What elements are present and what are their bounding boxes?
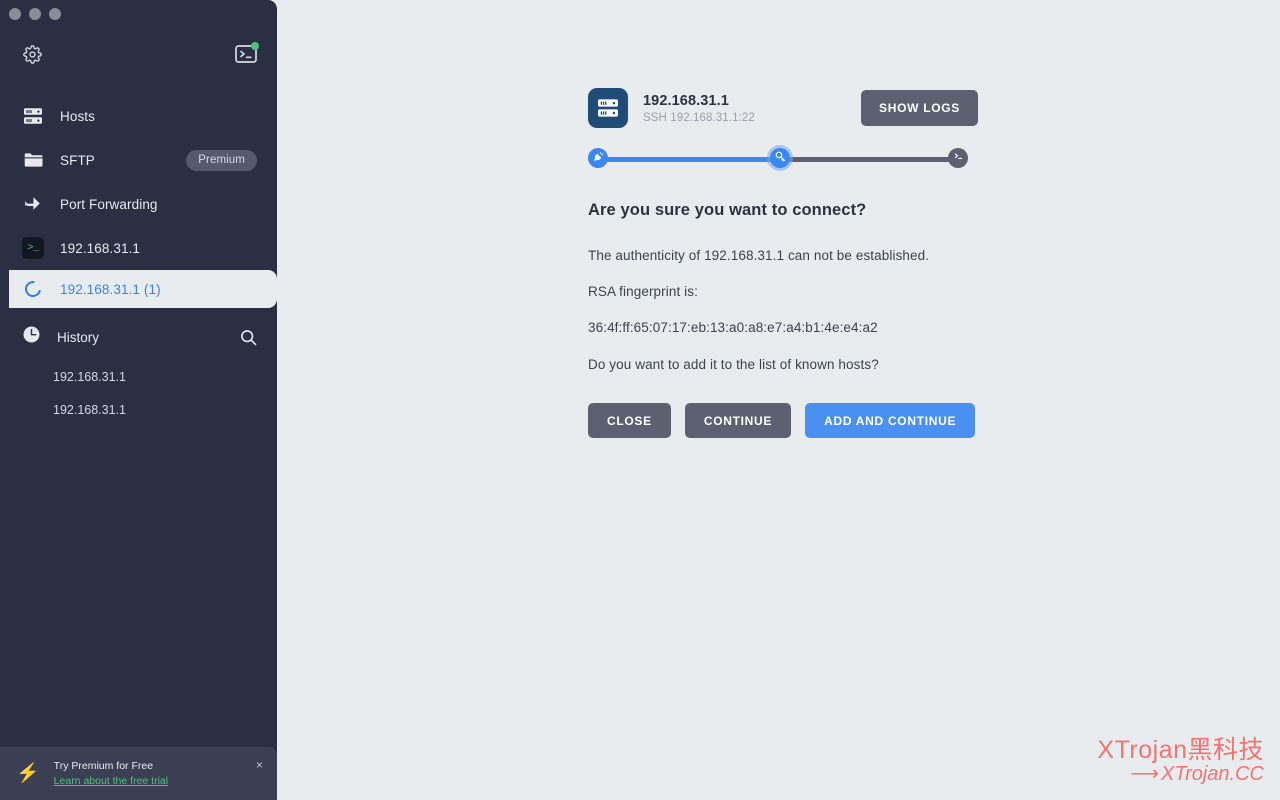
history-list-item[interactable]: 192.168.31.1: [0, 360, 277, 393]
main-content: 192.168.31.1 SSH 192.168.31.1:22 SHOW LO…: [277, 0, 1280, 800]
sidebar: Hosts SFTP Premium Port Forwarding >_ 19…: [0, 0, 277, 800]
window-titlebar: [0, 0, 277, 28]
watermark-line-2-wrap: ⟶ XTrojan.CC: [1097, 763, 1264, 786]
watermark-line-2: XTrojan.CC: [1161, 763, 1264, 785]
dialog-line-fingerprint-label: RSA fingerprint is:: [588, 284, 698, 299]
host-name: 192.168.31.1: [643, 92, 729, 109]
server-rack-icon: [588, 88, 628, 128]
clock-icon: [22, 325, 41, 349]
dialog-fingerprint-value: 36:4f:ff:65:07:17:eb:13:a0:a8:e7:a4:b1:4…: [588, 320, 878, 335]
sidebar-item-label: Hosts: [60, 108, 96, 124]
promo-link[interactable]: Learn about the free trial: [54, 775, 168, 787]
dialog-line-authenticity: The authenticity of 192.168.31.1 can not…: [588, 248, 930, 263]
progress-step-shell[interactable]: [948, 148, 968, 168]
history-label: History: [57, 329, 100, 345]
add-and-continue-button[interactable]: ADD AND CONTINUE: [805, 403, 976, 438]
gear-icon[interactable]: [23, 44, 42, 64]
app-window: Hosts SFTP Premium Port Forwarding >_ 19…: [0, 0, 1280, 800]
plug-icon: [593, 149, 604, 167]
host-subtitle: SSH 192.168.31.1:22: [643, 111, 755, 124]
sidebar-item-label: SFTP: [60, 152, 95, 168]
progress-fill: [597, 156, 787, 162]
dialog-title: Are you sure you want to connect?: [588, 201, 867, 219]
progress-step-authenticate[interactable]: [770, 148, 790, 168]
premium-badge[interactable]: Premium: [186, 149, 257, 171]
online-status-dot: [251, 42, 259, 50]
dialog-line-known-hosts: Do you want to add it to the list of kno…: [588, 357, 879, 372]
sidebar-nav: Hosts SFTP Premium Port Forwarding >_ 19…: [0, 94, 277, 308]
arrow-right-icon: ⟶: [1130, 763, 1159, 785]
connection-panel: 192.168.31.1 SSH 192.168.31.1:22 SHOW LO…: [588, 85, 978, 438]
sidebar-session-label: 192.168.31.1 (1): [60, 281, 161, 297]
connection-progress: [588, 148, 968, 170]
history-list-item[interactable]: 192.168.31.1: [0, 393, 277, 426]
history-section-header[interactable]: History: [0, 314, 277, 360]
close-icon[interactable]: ×: [256, 759, 263, 771]
lightning-bolt-icon: ⚡: [16, 763, 40, 784]
dialog-actions: CLOSE CONTINUE ADD AND CONTINUE: [588, 403, 978, 438]
spinner-icon: [21, 277, 45, 301]
sidebar-session-192-168-31-1[interactable]: >_ 192.168.31.1: [0, 226, 277, 270]
terminal-prompt-icon: >_: [22, 237, 44, 259]
sidebar-session-192-168-31-1-1[interactable]: 192.168.31.1 (1): [9, 270, 277, 308]
server-rack-icon: [22, 105, 44, 127]
sidebar-item-hosts[interactable]: Hosts: [0, 94, 277, 138]
arrow-right-icon: [22, 193, 44, 215]
close-window-button[interactable]: [9, 8, 21, 20]
sidebar-toolbar: [0, 28, 277, 80]
show-logs-button[interactable]: SHOW LOGS: [861, 90, 978, 126]
terminal-prompt-icon: [953, 149, 964, 167]
progress-step-connect[interactable]: [588, 148, 608, 168]
folder-icon: [22, 149, 44, 171]
terminal-icon[interactable]: [235, 42, 259, 64]
host-header: 192.168.31.1 SSH 192.168.31.1:22 SHOW LO…: [588, 85, 978, 131]
promo-title: Try Premium for Free: [53, 760, 154, 772]
premium-promo-card[interactable]: ⚡ Try Premium for Free Learn about the f…: [0, 747, 277, 800]
continue-button[interactable]: CONTINUE: [684, 403, 792, 438]
watermark-line-1: XTrojan黑科技: [1097, 735, 1264, 764]
search-icon[interactable]: [240, 329, 257, 346]
sidebar-item-label: Port Forwarding: [60, 196, 158, 212]
watermark: XTrojan黑科技 ⟶ XTrojan.CC: [1097, 735, 1264, 786]
maximize-window-button[interactable]: [49, 8, 61, 20]
close-button[interactable]: CLOSE: [588, 403, 671, 438]
sidebar-session-label: 192.168.31.1: [60, 240, 141, 256]
sidebar-item-sftp[interactable]: SFTP Premium: [0, 138, 277, 182]
key-icon: [775, 149, 786, 167]
sidebar-item-port-forwarding[interactable]: Port Forwarding: [0, 182, 277, 226]
minimize-window-button[interactable]: [29, 8, 41, 20]
